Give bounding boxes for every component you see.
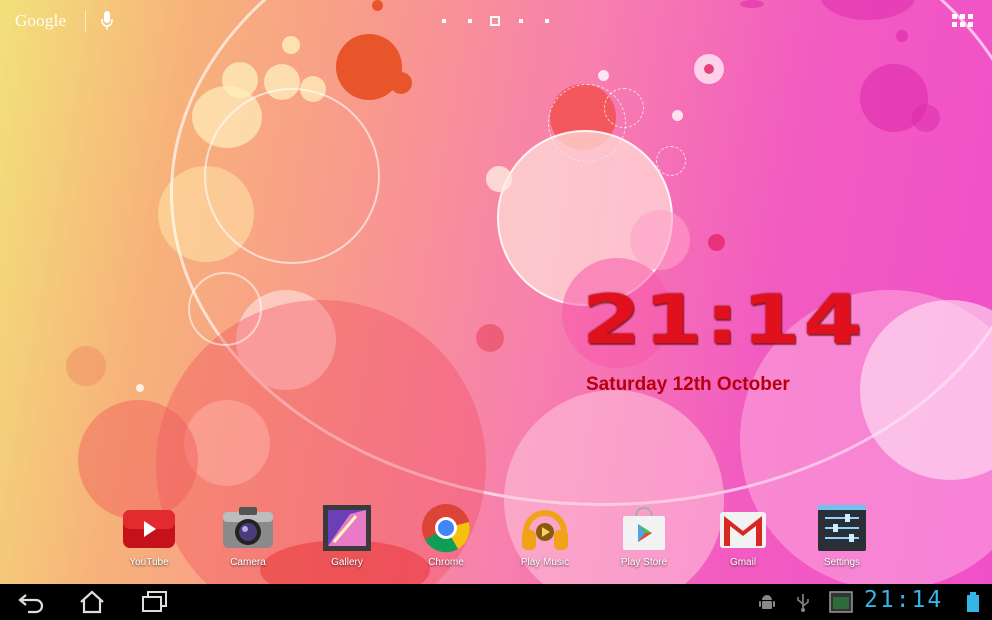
app-youtube[interactable]: YouTube [104, 498, 194, 572]
app-label: YouTube [129, 557, 169, 568]
app-label: Gmail [729, 557, 757, 568]
youtube-icon [123, 510, 175, 548]
app-gallery[interactable]: Gallery [302, 498, 392, 572]
camera-icon [223, 507, 273, 548]
app-label: Play Store [620, 557, 668, 568]
status-bar-clock[interactable]: 21:14 [864, 587, 943, 613]
screenshot-notification-icon[interactable] [829, 591, 853, 613]
top-bar: Google [0, 0, 992, 44]
clock-widget[interactable]: 21:14 Saturday 12th October [582, 287, 863, 408]
app-play-music[interactable]: Play Music [500, 498, 590, 572]
page-dot [545, 19, 549, 23]
gallery-icon [323, 505, 371, 551]
app-settings[interactable]: Settings [797, 498, 887, 572]
page-dot [442, 19, 446, 23]
play-music-icon [522, 510, 568, 550]
settings-icon [818, 505, 866, 551]
page-dot-active [490, 16, 500, 26]
google-search-logo[interactable]: Google [15, 11, 66, 31]
app-label: Gallery [331, 557, 363, 568]
all-apps-icon[interactable] [952, 14, 974, 30]
app-dock: YouTube Camera Gallery Chrome Play Music… [0, 498, 992, 578]
android-debug-icon [759, 595, 775, 609]
page-dot [468, 19, 472, 23]
app-chrome[interactable]: Chrome [401, 498, 491, 572]
home-icon[interactable] [74, 589, 110, 615]
gmail-icon [720, 512, 766, 548]
clock-time: 21:14 [582, 281, 866, 360]
mic-icon[interactable] [99, 10, 115, 32]
chrome-icon [422, 504, 470, 553]
app-gmail[interactable]: Gmail [698, 498, 788, 572]
page-dot [519, 19, 523, 23]
page-indicator [440, 16, 560, 28]
app-label: Settings [823, 557, 861, 568]
app-play-store[interactable]: Play Store [599, 498, 689, 572]
app-label: Play Music [520, 557, 570, 568]
battery-icon [967, 592, 979, 612]
clock-date: Saturday 12th October [586, 374, 790, 395]
recents-icon[interactable] [136, 589, 172, 615]
back-icon[interactable] [14, 589, 50, 615]
usb-icon [797, 594, 809, 612]
app-label: Camera [230, 557, 266, 568]
app-camera[interactable]: Camera [203, 498, 293, 572]
system-navigation-bar: 21:14 [0, 584, 992, 620]
app-label: Chrome [428, 557, 464, 568]
play-store-icon [623, 507, 665, 550]
search-divider [85, 10, 86, 32]
